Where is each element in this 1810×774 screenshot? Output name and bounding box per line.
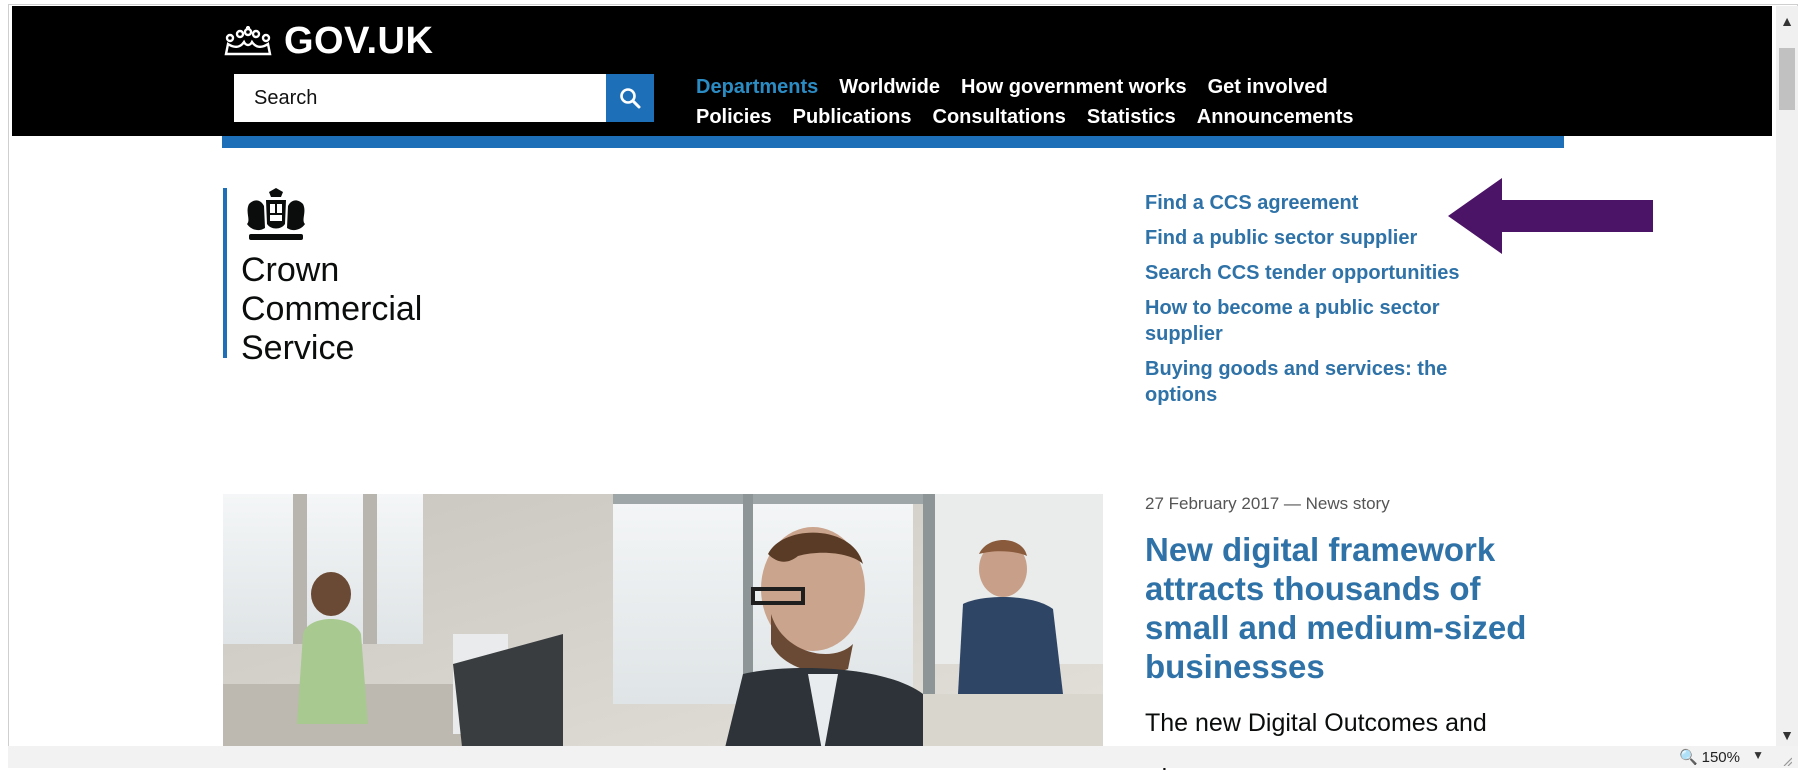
nav-policies[interactable]: Policies: [696, 106, 772, 129]
scroll-thumb[interactable]: [1779, 48, 1795, 110]
org-name-line: Service: [241, 329, 355, 367]
zoom-icon: 🔍: [1678, 749, 1698, 766]
nav-get-involved[interactable]: Get involved: [1208, 76, 1328, 99]
nav-consultations[interactable]: Consultations: [933, 106, 1066, 129]
crown-icon: [224, 25, 272, 55]
link-become-supplier[interactable]: How to become a public sector supplier: [1145, 295, 1505, 347]
annotation-arrow-icon: [1448, 178, 1653, 254]
scroll-down-icon[interactable]: ▼: [1776, 724, 1798, 746]
zoom-dropdown-icon[interactable]: ▼: [1752, 748, 1764, 762]
search-icon: [620, 88, 641, 109]
nav-statistics[interactable]: Statistics: [1087, 106, 1176, 129]
organisation-name: Crown Commercial Service: [241, 251, 422, 368]
org-name-line: Crown: [241, 251, 340, 289]
link-buying-options[interactable]: Buying goods and services: the options: [1145, 356, 1505, 408]
nav-row-2: Policies Publications Consultations Stat…: [696, 102, 1353, 132]
search-form: [234, 74, 654, 122]
vertical-scrollbar[interactable]: ▲ ▼: [1776, 6, 1798, 746]
header-blue-bar: [222, 136, 1564, 148]
nav-departments[interactable]: Departments: [696, 76, 818, 99]
govuk-logo[interactable]: GOV.UK: [222, 20, 433, 63]
resize-grip-icon[interactable]: [1782, 756, 1792, 766]
feature-image[interactable]: [223, 494, 1103, 756]
org-name-line: Commercial: [241, 290, 423, 328]
nav-announcements[interactable]: Announcements: [1197, 106, 1354, 129]
nav-row-1: Departments Worldwide How government wor…: [696, 72, 1353, 102]
news-title-link[interactable]: New digital framework attracts thousands…: [1145, 530, 1565, 686]
feature-story: 27 February 2017 — News story New digita…: [1145, 494, 1565, 774]
main-navigation: Departments Worldwide How government wor…: [696, 72, 1353, 132]
govuk-header: GOV.UK Departments Worldwide How governm…: [12, 6, 1772, 136]
office-photo: [223, 494, 1103, 756]
organisation-logo[interactable]: Crown Commercial Service: [223, 188, 422, 367]
logo-text: GOV.UK: [284, 20, 434, 62]
nav-worldwide[interactable]: Worldwide: [839, 76, 940, 99]
status-bar: 🔍 150% ▼: [8, 746, 1798, 768]
zoom-level: 150%: [1701, 748, 1740, 766]
zoom-control[interactable]: 🔍 150%: [1678, 748, 1740, 767]
news-meta: 27 February 2017 — News story: [1145, 494, 1390, 513]
search-input[interactable]: [234, 74, 606, 122]
royal-coat-of-arms-icon: [247, 188, 305, 240]
scroll-up-icon[interactable]: ▲: [1776, 10, 1798, 32]
nav-how-government-works[interactable]: How government works: [961, 76, 1187, 99]
link-search-tender-opportunities[interactable]: Search CCS tender opportunities: [1145, 260, 1505, 286]
nav-publications[interactable]: Publications: [793, 106, 912, 129]
search-button[interactable]: [606, 74, 654, 122]
